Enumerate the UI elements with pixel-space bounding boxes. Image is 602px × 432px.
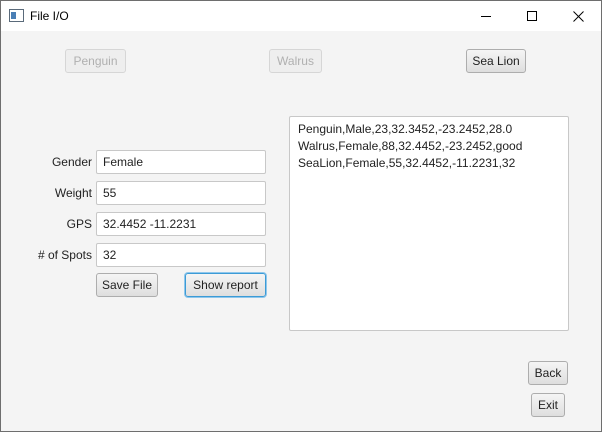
penguin-button[interactable]: Penguin (65, 49, 126, 73)
report-text-area[interactable]: Penguin,Male,23,32.3452,-23.2452,28.0 Wa… (289, 116, 569, 331)
window-title: File I/O (30, 9, 69, 23)
show-report-button[interactable]: Show report (185, 273, 266, 297)
sea-lion-button[interactable]: Sea Lion (466, 49, 526, 73)
spots-field[interactable]: 32 (96, 243, 266, 267)
weight-label: Weight (54, 186, 92, 200)
back-button[interactable]: Back (528, 361, 568, 385)
app-window-icon (9, 9, 24, 22)
close-button[interactable] (555, 1, 601, 31)
save-file-button[interactable]: Save File (96, 273, 158, 297)
report-line: Walrus,Female,88,32.4452,-23.2452,good (298, 139, 523, 153)
gps-label: GPS (66, 217, 92, 231)
app-window: File I/O Penguin Walrus Sea Lion Gender … (0, 0, 602, 432)
close-icon (572, 10, 584, 22)
report-line: Penguin,Male,23,32.3452,-23.2452,28.0 (298, 122, 513, 136)
maximize-icon (527, 11, 537, 21)
spots-label: # of Spots (37, 248, 92, 262)
maximize-button[interactable] (509, 1, 555, 31)
exit-button[interactable]: Exit (531, 393, 565, 417)
minimize-button[interactable] (463, 1, 509, 31)
report-line: SeaLion,Female,55,32.4452,-11.2231,32 (298, 156, 516, 170)
walrus-button[interactable]: Walrus (269, 49, 322, 73)
gender-label: Gender (51, 155, 92, 169)
weight-field[interactable]: 55 (96, 181, 266, 205)
gender-field[interactable]: Female (96, 150, 266, 174)
minimize-icon (481, 16, 491, 17)
title-bar: File I/O (1, 1, 601, 31)
gps-field[interactable]: 32.4452 -11.2231 (96, 212, 266, 236)
